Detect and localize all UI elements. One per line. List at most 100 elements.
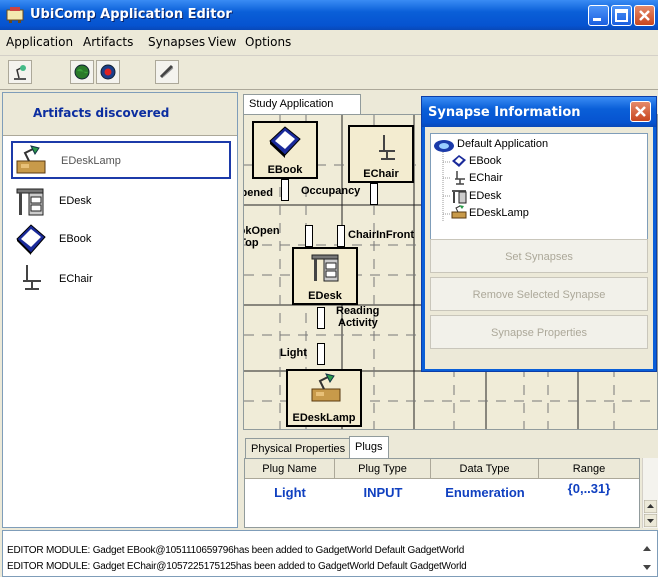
artifact-item-edesk[interactable]: EDesk bbox=[11, 183, 231, 221]
menu-artifacts[interactable]: Artifacts bbox=[83, 35, 133, 49]
artifact-label: EDeskLamp bbox=[61, 155, 121, 167]
plug-chairinfront[interactable] bbox=[337, 225, 345, 247]
node-label: EChair bbox=[363, 168, 399, 180]
maximize-button[interactable] bbox=[611, 5, 632, 26]
menu-synapses[interactable]: Synapses bbox=[148, 35, 205, 49]
tab-plugs[interactable]: Plugs bbox=[349, 436, 389, 458]
tree-item-edesk[interactable]: EDesk bbox=[469, 190, 501, 202]
tree-item-edesklamp[interactable]: EDeskLamp bbox=[469, 207, 529, 219]
synapse-information-window: Synapse Information Default Application … bbox=[421, 96, 657, 372]
toolbar-synapse-button[interactable] bbox=[155, 60, 179, 84]
properties-scrollbar[interactable] bbox=[642, 458, 658, 528]
artifact-label: EBook bbox=[59, 233, 92, 245]
plug-light[interactable] bbox=[317, 343, 325, 365]
synapse-tree: Default Application EBook EChair EDesk E… bbox=[430, 133, 648, 251]
console-scroll-arrows-icon[interactable] bbox=[641, 543, 653, 573]
set-synapses-button[interactable]: Set Synapses bbox=[430, 239, 648, 273]
desk-icon bbox=[452, 190, 467, 204]
node-ebook[interactable]: EBook bbox=[252, 121, 318, 179]
toolbar-artifact-button[interactable] bbox=[8, 60, 32, 84]
toolbar-globe-red-button[interactable] bbox=[96, 60, 120, 84]
plug-occupancy[interactable] bbox=[370, 183, 378, 205]
plug-reading-activity[interactable] bbox=[317, 307, 325, 329]
lamp-tool-icon bbox=[14, 65, 26, 80]
plug-label-occupancy: Occupancy bbox=[301, 185, 361, 197]
menu-view[interactable]: View bbox=[208, 35, 236, 49]
chair-icon bbox=[455, 171, 465, 185]
properties-panel: Physical Properties Plugs Plug Name Plug… bbox=[241, 436, 658, 528]
desk-lamp-icon bbox=[451, 205, 467, 219]
plug-label-opened: Opened bbox=[244, 187, 273, 199]
maximize-icon bbox=[615, 9, 628, 22]
plugs-table: Plug Name Plug Type Data Type Range Ligh… bbox=[244, 458, 640, 528]
plug-bookopen[interactable] bbox=[305, 225, 313, 247]
synapse-window-title: Synapse Information bbox=[428, 105, 581, 120]
artifact-item-echair[interactable]: EChair bbox=[11, 261, 231, 299]
desk-icon bbox=[311, 254, 339, 282]
synapse-close-button[interactable] bbox=[630, 101, 651, 122]
book-icon bbox=[269, 126, 301, 158]
tree-lines bbox=[442, 152, 451, 222]
menu-application[interactable]: Application bbox=[6, 35, 73, 49]
artifact-item-ebook[interactable]: EBook bbox=[11, 221, 231, 259]
remove-synapse-button[interactable]: Remove Selected Synapse bbox=[430, 277, 648, 311]
tree-item-ebook[interactable]: EBook bbox=[469, 155, 501, 167]
desk-icon bbox=[16, 188, 44, 216]
node-echair[interactable]: EChair bbox=[348, 125, 414, 183]
plug-label-reading: Reading bbox=[336, 305, 380, 317]
column-header-plug-type[interactable]: Plug Type bbox=[335, 459, 431, 479]
cell-plug-name[interactable]: Light bbox=[245, 485, 335, 500]
toolbar-globe-button[interactable] bbox=[70, 60, 94, 84]
close-icon bbox=[635, 106, 646, 117]
column-header-data-type[interactable]: Data Type bbox=[431, 459, 539, 479]
artifacts-panel-header: Artifacts discovered bbox=[3, 93, 237, 136]
cell-plug-type[interactable]: INPUT bbox=[335, 485, 431, 500]
globe-red-icon bbox=[100, 64, 116, 80]
synapse-window-body: Default Application EBook EChair EDesk E… bbox=[425, 127, 653, 369]
book-icon bbox=[452, 155, 466, 167]
close-icon bbox=[639, 10, 650, 21]
plug-label-bookopen: BookOpen bbox=[244, 225, 280, 237]
tree-root[interactable]: Default Application bbox=[457, 138, 548, 150]
chair-icon bbox=[23, 265, 41, 290]
console-log[interactable]: EDITOR MODULE: Gadget EBook@105111065979… bbox=[2, 530, 658, 577]
cell-data-type[interactable]: Enumeration bbox=[431, 485, 539, 500]
node-label: EBook bbox=[267, 164, 303, 176]
cell-range[interactable]: {0,..31} bbox=[539, 481, 639, 496]
minimize-icon bbox=[593, 18, 601, 21]
plug-label-activity: Activity bbox=[338, 317, 378, 329]
book-icon bbox=[16, 224, 46, 255]
chair-icon bbox=[379, 135, 395, 160]
column-header-range[interactable]: Range bbox=[539, 459, 639, 479]
artifacts-panel-title: Artifacts discovered bbox=[33, 106, 170, 120]
plug-opened[interactable] bbox=[281, 179, 289, 201]
synapse-window-title-bar[interactable]: Synapse Information bbox=[422, 97, 656, 127]
artifact-label: EDesk bbox=[59, 195, 92, 207]
tree-item-echair[interactable]: EChair bbox=[469, 172, 503, 184]
node-label: EDeskLamp bbox=[292, 412, 356, 424]
column-header-plug-name[interactable]: Plug Name bbox=[245, 459, 335, 479]
window-title-bar[interactable]: UbiComp Application Editor bbox=[0, 0, 658, 30]
tab-study-application[interactable]: Study Application bbox=[243, 94, 361, 114]
synapse-tool-icon bbox=[159, 64, 174, 79]
close-button[interactable] bbox=[634, 5, 655, 26]
tab-physical-properties[interactable]: Physical Properties bbox=[245, 438, 352, 458]
console-line: EDITOR MODULE: Gadget EChair@10572251751… bbox=[7, 561, 467, 572]
node-label: EDesk bbox=[308, 290, 342, 302]
artifact-item-edesklamp[interactable]: EDeskLamp bbox=[11, 141, 231, 179]
window-title: UbiComp Application Editor bbox=[30, 7, 232, 22]
artifacts-panel: Artifacts discovered EDeskLamp EDesk EBo… bbox=[2, 92, 238, 528]
synapse-properties-button[interactable]: Synapse Properties bbox=[430, 315, 648, 349]
plug-label-ontop: OnTop bbox=[244, 237, 259, 249]
desk-lamp-icon bbox=[311, 373, 341, 402]
node-edesklamp[interactable]: EDeskLamp bbox=[286, 369, 362, 427]
console-line: EDITOR MODULE: Gadget EBook@105111065979… bbox=[7, 545, 465, 556]
app-icon bbox=[6, 7, 24, 23]
desk-lamp-icon bbox=[16, 145, 46, 174]
scroll-up-icon[interactable] bbox=[644, 500, 657, 513]
minimize-button[interactable] bbox=[588, 5, 609, 26]
node-edesk[interactable]: EDesk bbox=[292, 247, 358, 305]
toolbar bbox=[0, 56, 658, 90]
menu-options[interactable]: Options bbox=[245, 35, 291, 49]
scroll-down-icon[interactable] bbox=[644, 514, 657, 527]
